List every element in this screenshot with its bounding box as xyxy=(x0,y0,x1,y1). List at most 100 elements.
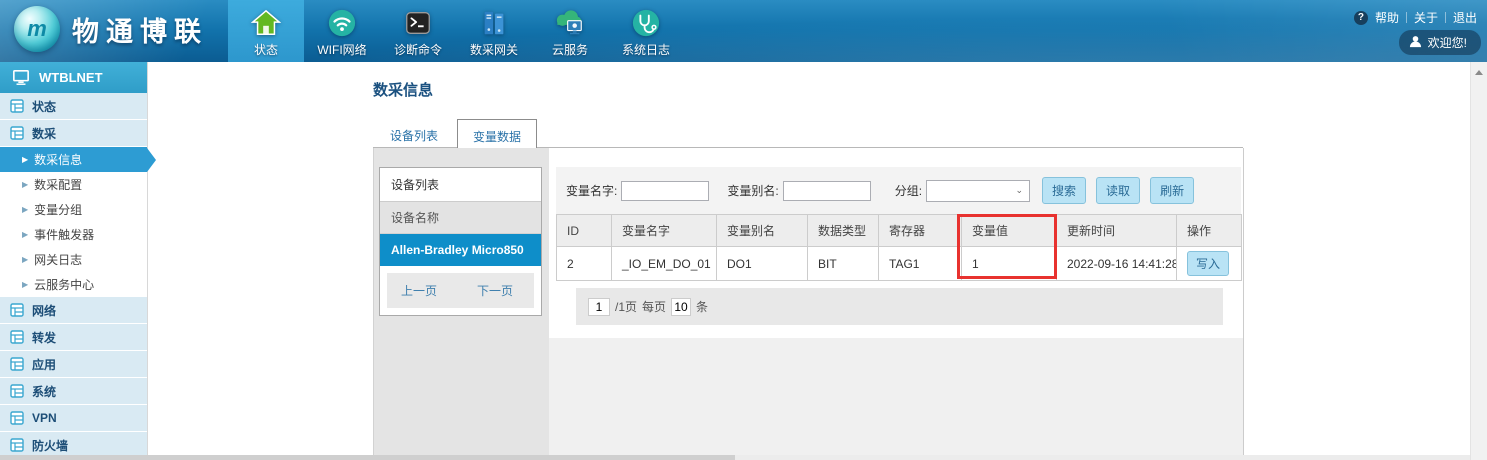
variable-alias-input[interactable] xyxy=(783,181,871,201)
sidebar-item-label: VPN xyxy=(32,411,57,425)
sidebar-item-label: 变量分组 xyxy=(34,201,82,218)
tab-variable-data[interactable]: 变量数据 xyxy=(457,119,537,148)
sidebar-item-label: 系统 xyxy=(32,383,56,400)
submenu-arrow-icon: ▶ xyxy=(22,230,28,239)
variable-data-column: 变量名字: 变量别名: 分组: ⌄ 搜索 读取 刷新 xyxy=(549,148,1244,455)
nav-label: 系统日志 xyxy=(622,41,670,58)
sidebar-item-status[interactable]: 状态 xyxy=(0,93,147,119)
grid-icon xyxy=(10,357,24,371)
sidebar-item-data-acquisition-config[interactable]: ▶ 数采配置 xyxy=(0,172,147,197)
brand-logo: m 物通博联 xyxy=(14,6,208,52)
table-header-data-type: 数据类型 xyxy=(808,215,879,247)
device-list-column: 设备列表 设备名称 Allen-Bradley Micro850 上一页 下一页 xyxy=(373,148,549,455)
chevron-down-icon: ⌄ xyxy=(1015,185,1023,196)
group-label: 分组: xyxy=(895,182,922,199)
nav-item-data-gateway[interactable]: 数采网关 xyxy=(456,0,532,62)
divider xyxy=(1406,12,1407,23)
table-header-action: 操作 xyxy=(1177,215,1242,247)
sidebar-item-cloud-service-center[interactable]: ▶ 云服务中心 xyxy=(0,272,147,297)
per-page-input[interactable] xyxy=(671,298,691,316)
tab-device-list[interactable]: 设备列表 xyxy=(375,119,453,148)
variable-name-label: 变量名字: xyxy=(566,182,617,199)
write-button[interactable]: 写入 xyxy=(1187,251,1229,276)
nav-item-status[interactable]: 状态 xyxy=(228,0,304,62)
sidebar-item-event-trigger[interactable]: ▶ 事件触发器 xyxy=(0,222,147,247)
sidebar-item-application[interactable]: 应用 xyxy=(0,351,147,377)
nav-item-cloud-service[interactable]: 云服务 xyxy=(532,0,608,62)
variable-data-panel: 变量名字: 变量别名: 分组: ⌄ 搜索 读取 刷新 xyxy=(549,148,1243,338)
group-select[interactable]: ⌄ xyxy=(926,180,1030,202)
table-header-updated: 更新时间 xyxy=(1057,215,1177,247)
sidebar-item-label: 状态 xyxy=(32,98,56,115)
vertical-scrollbar[interactable] xyxy=(1470,62,1487,460)
sidebar-item-label: 网关日志 xyxy=(34,251,82,268)
nav-label: WIFI网络 xyxy=(317,41,366,58)
nav-label: 状态 xyxy=(254,41,278,58)
submenu-arrow-icon: ▶ xyxy=(22,155,28,164)
cell-updated: 2022-09-16 14:41:28 xyxy=(1057,247,1177,281)
about-link[interactable]: 关于 xyxy=(1414,9,1438,26)
sidebar-item-gateway-log[interactable]: ▶ 网关日志 xyxy=(0,247,147,272)
nav-item-system-log[interactable]: 系统日志 xyxy=(608,0,684,62)
horizontal-scrollbar[interactable] xyxy=(0,455,1470,460)
grid-icon xyxy=(10,384,24,398)
grid-icon xyxy=(10,126,24,140)
refresh-button[interactable]: 刷新 xyxy=(1150,177,1194,204)
search-toolbar: 变量名字: 变量别名: 分组: ⌄ 搜索 读取 刷新 xyxy=(556,167,1241,214)
sidebar-item-label: 防火墙 xyxy=(32,437,68,454)
read-button[interactable]: 读取 xyxy=(1096,177,1140,204)
variable-table: ID 变量名字 变量别名 数据类型 寄存器 变量值 更新时间 操作 2 _IO_… xyxy=(556,214,1242,281)
nav-label: 数采网关 xyxy=(470,41,518,58)
sidebar-item-label: 云服务中心 xyxy=(34,276,94,293)
gateway-icon xyxy=(479,7,509,39)
welcome-text: 欢迎您! xyxy=(1428,34,1467,51)
cell-alias: DO1 xyxy=(717,247,808,281)
stethoscope-icon xyxy=(631,7,661,39)
brand-name: 物通博联 xyxy=(72,10,208,49)
next-page-button[interactable]: 下一页 xyxy=(477,282,513,299)
scroll-up-arrow-icon[interactable] xyxy=(1475,70,1483,75)
table-header-value: 变量值 xyxy=(962,215,1057,247)
sidebar-item-forwarding[interactable]: 转发 xyxy=(0,324,147,350)
variable-name-input[interactable] xyxy=(621,181,709,201)
table-pagination-bar: /1页 每页 条 xyxy=(576,288,1223,325)
sidebar-item-variable-group[interactable]: ▶ 变量分组 xyxy=(0,197,147,222)
home-icon xyxy=(251,7,281,39)
cell-value: 1 xyxy=(962,247,1057,281)
sidebar-item-vpn[interactable]: VPN xyxy=(0,405,147,431)
sidebar-item-system[interactable]: 系统 xyxy=(0,378,147,404)
prev-page-button[interactable]: 上一页 xyxy=(401,282,437,299)
device-name-column-header: 设备名称 xyxy=(380,202,541,234)
variable-alias-label: 变量别名: xyxy=(727,182,778,199)
tab-bar: 设备列表 变量数据 xyxy=(375,119,537,148)
submenu-arrow-icon: ▶ xyxy=(22,280,28,289)
cell-register: TAG1 xyxy=(879,247,962,281)
sidebar-header: WTBLNET xyxy=(0,62,147,93)
cell-data-type: BIT xyxy=(808,247,879,281)
table-header-id: ID xyxy=(557,215,612,247)
logout-link[interactable]: 退出 xyxy=(1453,9,1477,26)
sidebar-item-network[interactable]: 网络 xyxy=(0,297,147,323)
device-row-selected[interactable]: Allen-Bradley Micro850 xyxy=(380,234,541,266)
divider xyxy=(1445,12,1446,23)
horizontal-scroll-thumb[interactable] xyxy=(0,455,735,460)
nav-item-diagnostic-command[interactable]: 诊断命令 xyxy=(380,0,456,62)
sidebar: WTBLNET 状态 数采 ▶ 数采信息 ▶ 数采配置 ▶ 变量分组 ▶ 事件触… xyxy=(0,62,148,455)
user-icon xyxy=(1409,35,1422,51)
table-header-name: 变量名字 xyxy=(612,215,717,247)
current-page-input[interactable] xyxy=(588,298,610,316)
sidebar-item-data-acquisition-info[interactable]: ▶ 数采信息 xyxy=(0,147,147,172)
welcome-badge[interactable]: 欢迎您! xyxy=(1399,30,1481,55)
main-content: 数采信息 设备列表 变量数据 设备列表 设备名称 Allen-Bradley M… xyxy=(149,62,1470,455)
search-button[interactable]: 搜索 xyxy=(1042,177,1086,204)
table-header-alias: 变量别名 xyxy=(717,215,808,247)
sidebar-item-label: 应用 xyxy=(32,356,56,373)
total-pages-label: /1页 xyxy=(615,298,637,315)
sidebar-item-data-acquisition[interactable]: 数采 xyxy=(0,120,147,146)
sidebar-item-label: 网络 xyxy=(32,302,56,319)
sidebar-item-label: 数采 xyxy=(32,125,56,142)
top-bar: m 物通博联 状态 WIFI网络 xyxy=(0,0,1487,62)
nav-item-wifi-network[interactable]: WIFI网络 xyxy=(304,0,380,62)
terminal-icon xyxy=(403,7,433,39)
help-link[interactable]: 帮助 xyxy=(1375,9,1399,26)
